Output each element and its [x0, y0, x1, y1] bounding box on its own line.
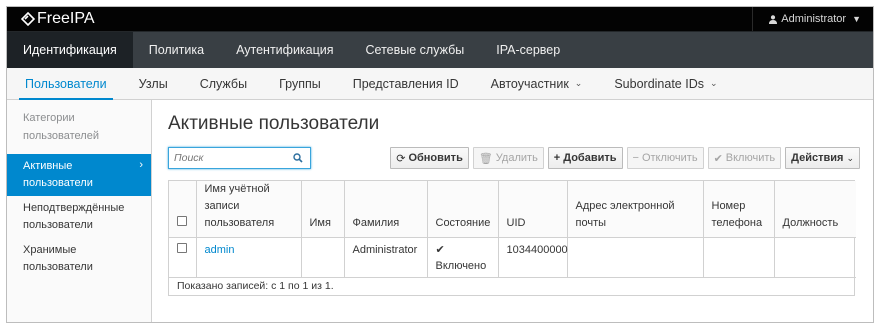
secondary-nav: Пользователи Узлы Службы Группы Представ… [7, 68, 873, 100]
primary-nav-network-services[interactable]: Сетевые службы [350, 32, 481, 68]
column-header-phone[interactable]: Номер телефона [703, 181, 775, 238]
sidebar-item-label: Активные пользователи [23, 160, 93, 189]
select-all-checkbox[interactable] [177, 216, 187, 226]
toolbar: ⟳Обновить 🗑Удалить +Добавить −Отключить … [168, 147, 873, 169]
tab-services[interactable]: Службы [184, 68, 263, 99]
column-header-first-name[interactable]: Имя [301, 181, 345, 238]
enable-button[interactable]: ✔ Включить [707, 147, 782, 169]
column-header-last-name[interactable]: Фамилия [344, 181, 428, 238]
primary-nav-ipa-server[interactable]: IPA-сервер [480, 32, 576, 68]
sidebar-item-label: Неподтверждённые пользователи [23, 202, 125, 231]
tab-groups-label: Группы [279, 76, 321, 91]
status-text: Включено [435, 260, 487, 272]
top-bar: FreeIPA Administrator ▼ [7, 7, 873, 31]
main-area: Категории пользователей Активные пользов… [7, 100, 873, 322]
cell-phone [703, 237, 775, 278]
table-footer: Показано записей: с 1 по 1 из 1. [177, 280, 334, 292]
app-window: FreeIPA Administrator ▼ Идентификация По… [6, 6, 874, 323]
check-icon: ✔ [435, 244, 445, 256]
primary-nav-identity[interactable]: Идентификация [7, 32, 133, 68]
primary-nav-policy[interactable]: Политика [133, 32, 220, 68]
brand-logo[interactable]: FreeIPA [21, 10, 95, 28]
cell-login: admin [196, 237, 302, 278]
cell-last-name: Administrator [344, 237, 428, 278]
tab-id-views[interactable]: Представления ID [337, 68, 475, 99]
page-title: Активные пользователи [168, 113, 380, 134]
actions-dropdown-label: Действия [791, 152, 844, 164]
chevron-right-icon: › [139, 159, 143, 171]
content-panel: Активные пользователи ⟳Обновить [152, 100, 873, 322]
chevron-down-icon: ▼ [852, 14, 861, 24]
check-icon: ✔ [713, 152, 723, 165]
disable-button-label: Отключить [641, 152, 698, 164]
actions-dropdown[interactable]: Действия ⌄ [785, 147, 860, 169]
brand-name: FreeIPA [37, 10, 95, 27]
tab-users-label: Пользователи [25, 76, 107, 91]
trash-icon: 🗑 [478, 152, 493, 165]
column-header-login[interactable]: Имя учётной записи пользователя [196, 181, 302, 238]
table-header-row: Имя учётной записи пользователя Имя Фами… [169, 181, 856, 238]
cell-status: ✔ Включено [427, 237, 499, 278]
tab-id-views-label: Представления ID [352, 76, 459, 91]
refresh-button[interactable]: ⟳ Обновить [390, 147, 469, 169]
chevron-down-icon: ⌄ [709, 78, 718, 88]
column-header-job-title[interactable]: Должность [774, 181, 856, 238]
user-menu[interactable]: Administrator ▼ [752, 7, 873, 31]
cell-first-name [301, 237, 345, 278]
search-input[interactable] [169, 149, 289, 167]
select-all-cell [169, 181, 197, 238]
sidebar-item-stage-users[interactable]: Неподтверждённые пользователи [7, 196, 151, 238]
chevron-down-icon: ⌄ [846, 152, 854, 163]
user-link[interactable]: admin [205, 244, 235, 256]
table-row: admin Administrator ✔ Включено 103440000… [169, 237, 856, 278]
enable-button-label: Включить [725, 152, 776, 164]
primary-nav-authentication[interactable]: Аутентификация [220, 32, 349, 68]
users-table: Имя учётной записи пользователя Имя Фами… [168, 180, 856, 296]
search-icon[interactable] [289, 153, 307, 163]
column-header-uid[interactable]: UID [498, 181, 568, 238]
action-buttons: ⟳ Обновить 🗑 Удалить + Добавить − Отключить … [390, 147, 873, 169]
add-button[interactable]: + Добавить [547, 147, 623, 169]
tab-users[interactable]: Пользователи [9, 68, 123, 100]
cell-email [567, 237, 704, 278]
sidebar-item-preserved-users[interactable]: Хранимые пользователи [7, 238, 151, 280]
refresh-button-label: Обновить [408, 152, 463, 164]
sidebar-item-active-users[interactable]: Активные пользователи › [7, 154, 151, 196]
row-select-cell [169, 237, 197, 278]
add-button-label: Добавить [563, 152, 617, 164]
cell-uid: 1034400000 [498, 237, 568, 278]
refresh-icon: ⟳ [396, 152, 406, 165]
user-icon [769, 14, 778, 24]
tab-hosts[interactable]: Узлы [123, 68, 184, 99]
column-header-status[interactable]: Состояние [427, 181, 499, 238]
tab-automember[interactable]: Автоучастник ⌄ [475, 68, 599, 99]
column-header-email[interactable]: Адрес электронной почты [567, 181, 704, 238]
row-checkbox[interactable] [177, 243, 187, 253]
sidebar: Категории пользователей Активные пользов… [7, 100, 152, 322]
disable-button[interactable]: − Отключить [626, 147, 704, 169]
primary-nav: Идентификация Политика Аутентификация Се… [7, 31, 873, 68]
tab-automember-label: Автоучастник [490, 76, 569, 91]
freeipa-logo-icon [21, 12, 35, 26]
tab-subordinate-ids-label: Subordinate IDs [614, 76, 704, 91]
delete-button[interactable]: 🗑 Удалить [472, 147, 544, 169]
tab-hosts-label: Узлы [138, 76, 168, 91]
tab-groups[interactable]: Группы [263, 68, 337, 99]
chevron-down-icon: ⌄ [574, 78, 583, 88]
cell-job-title [774, 237, 856, 278]
user-menu-label: Administrator [781, 13, 847, 25]
tab-services-label: Службы [199, 76, 248, 91]
delete-button-label: Удалить [495, 152, 538, 164]
plus-icon: + [553, 152, 561, 164]
tab-subordinate-ids[interactable]: Subordinate IDs ⌄ [598, 68, 733, 99]
sidebar-heading: Категории пользователей [23, 112, 99, 142]
search-box [168, 147, 311, 169]
sidebar-item-label: Хранимые пользователи [23, 244, 93, 273]
minus-icon: − [632, 152, 639, 164]
